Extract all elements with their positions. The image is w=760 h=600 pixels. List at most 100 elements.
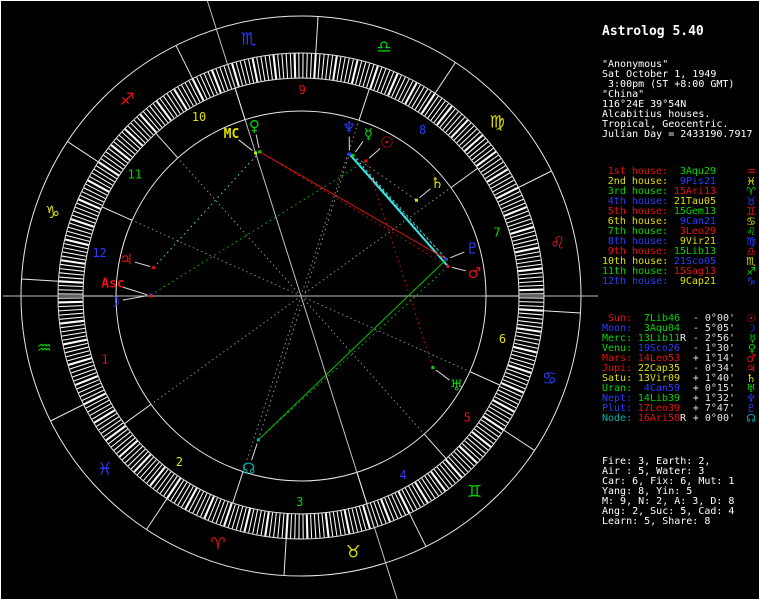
degree-tick bbox=[380, 498, 391, 522]
degree-tick bbox=[211, 70, 222, 94]
degree-tick bbox=[504, 375, 527, 386]
degree-tick bbox=[313, 53, 317, 78]
aspect-line-node-neptune bbox=[257, 153, 350, 440]
degree-tick bbox=[373, 501, 383, 525]
degree-tick bbox=[519, 288, 544, 292]
degree-tick bbox=[75, 206, 98, 217]
planet-position-list: Sun: 7Lib46- 0°00' ☉ Moon: 3Aqu04- 5°05' ☽ Mer… bbox=[602, 313, 758, 424]
planet-glyph-uranus: ♅ bbox=[450, 376, 463, 394]
sign-boundary bbox=[503, 429, 535, 451]
aspect-line-neptune-mars bbox=[348, 153, 449, 268]
pointer-line-mc bbox=[238, 139, 253, 151]
degree-tick bbox=[313, 514, 317, 539]
position-dot-saturn bbox=[414, 198, 418, 202]
header-line: Julian Day = 2433190.7917 bbox=[602, 129, 753, 140]
degree-tick bbox=[62, 251, 87, 257]
sign-glyph-cancer: ♋ bbox=[542, 369, 557, 389]
degree-tick bbox=[496, 186, 519, 200]
house-cusp-list: 1st house: 3Aqu29 ♒ 2nd house: 9Pis21 ♓ 3rd ho… bbox=[602, 166, 758, 288]
degree-tick bbox=[289, 514, 293, 539]
aspect-line-sun-uranus bbox=[365, 160, 434, 368]
house-cusp-segment bbox=[234, 88, 246, 120]
degree-tick bbox=[514, 246, 539, 254]
degree-tick bbox=[281, 54, 285, 79]
degree-tick bbox=[309, 53, 313, 78]
degree-tick bbox=[268, 55, 273, 80]
degree-tick bbox=[223, 502, 233, 527]
degree-tick bbox=[310, 514, 313, 539]
house-number-5: 5 bbox=[464, 411, 471, 425]
aspect-line-neptune-pluto bbox=[349, 153, 447, 260]
sign-boundary bbox=[518, 170, 552, 188]
planet-glyph-sun: ☉ bbox=[380, 134, 393, 152]
aspect-line-jupiter-venus bbox=[153, 151, 261, 268]
position-dot-pluto bbox=[444, 257, 448, 261]
degree-tick bbox=[343, 509, 351, 534]
degree-tick bbox=[289, 53, 292, 78]
degree-tick bbox=[70, 218, 95, 228]
degree-tick bbox=[508, 218, 532, 228]
sign-glyph-pisces: ♓ bbox=[97, 460, 112, 480]
zodiac-sign-icon: ♑ bbox=[746, 275, 756, 288]
sign-boundary bbox=[175, 45, 193, 79]
degree-tick bbox=[219, 67, 229, 91]
house-cusp-spoke bbox=[150, 295, 302, 405]
house-cusp-spoke bbox=[177, 157, 302, 297]
pointer-line-jupiter bbox=[134, 261, 151, 267]
planet-glyph-moon: ☽ bbox=[107, 293, 120, 311]
degree-tick bbox=[81, 191, 104, 203]
degree-tick bbox=[58, 280, 83, 284]
asc-label: Asc bbox=[101, 277, 124, 292]
degree-tick bbox=[518, 276, 543, 280]
degree-tick bbox=[517, 323, 542, 329]
degree-tick bbox=[199, 75, 211, 98]
degree-tick bbox=[306, 53, 308, 78]
degree-tick bbox=[59, 312, 84, 316]
degree-tick bbox=[518, 312, 543, 316]
degree-tick bbox=[332, 512, 338, 536]
degree-tick bbox=[63, 247, 87, 254]
degree-tick bbox=[70, 364, 94, 374]
degree-tick bbox=[83, 392, 106, 406]
degree-tick bbox=[369, 65, 379, 90]
aspect-line-node-mars bbox=[258, 265, 449, 441]
pointer-line-venus bbox=[255, 134, 260, 148]
house-label: 12th house: bbox=[602, 276, 669, 287]
degree-tick bbox=[519, 304, 544, 308]
degree-tick bbox=[223, 65, 233, 89]
degree-tick bbox=[506, 214, 530, 224]
degree-tick bbox=[373, 67, 383, 91]
house-cusp-segment bbox=[358, 88, 370, 121]
house-number-1: 1 bbox=[101, 352, 108, 366]
planet-glyph-neptune: ♆ bbox=[342, 118, 355, 136]
degree-tick bbox=[380, 70, 391, 93]
degree-tick bbox=[59, 276, 84, 280]
degree-tick bbox=[61, 255, 86, 261]
position-dot-sun bbox=[364, 159, 368, 163]
house-number-9: 9 bbox=[299, 83, 306, 97]
degree-tick bbox=[58, 305, 83, 308]
position-dot-asc bbox=[149, 294, 153, 298]
sign-glyph-gemini: ♊ bbox=[467, 482, 482, 502]
degree-tick bbox=[191, 78, 205, 101]
info-panel: Astrolog 5.40 "Anonymous" Sat October 1, … bbox=[602, 4, 758, 547]
degree-tick bbox=[277, 54, 281, 79]
planet-glyph-mercury: ☿ bbox=[364, 125, 373, 143]
degree-tick bbox=[58, 308, 83, 312]
degree-tick bbox=[516, 331, 541, 337]
stats-line: Learn: 5, Share: 8 bbox=[602, 516, 711, 527]
sign-boundary bbox=[146, 498, 168, 530]
app-title: Astrolog 5.40 bbox=[602, 24, 704, 39]
planet-glyph-venus: ♀ bbox=[249, 117, 260, 135]
degree-tick bbox=[192, 491, 205, 514]
position-dot-mars bbox=[446, 264, 450, 268]
pointer-line-asc bbox=[121, 286, 148, 296]
degree-tick bbox=[505, 210, 529, 220]
degree-tick bbox=[505, 371, 529, 382]
degree-tick bbox=[328, 55, 334, 80]
degree-tick bbox=[518, 272, 543, 276]
degree-tick bbox=[285, 53, 289, 78]
sign-boundary bbox=[434, 62, 456, 94]
degree-tick bbox=[260, 511, 266, 536]
degree-tick bbox=[305, 514, 309, 539]
